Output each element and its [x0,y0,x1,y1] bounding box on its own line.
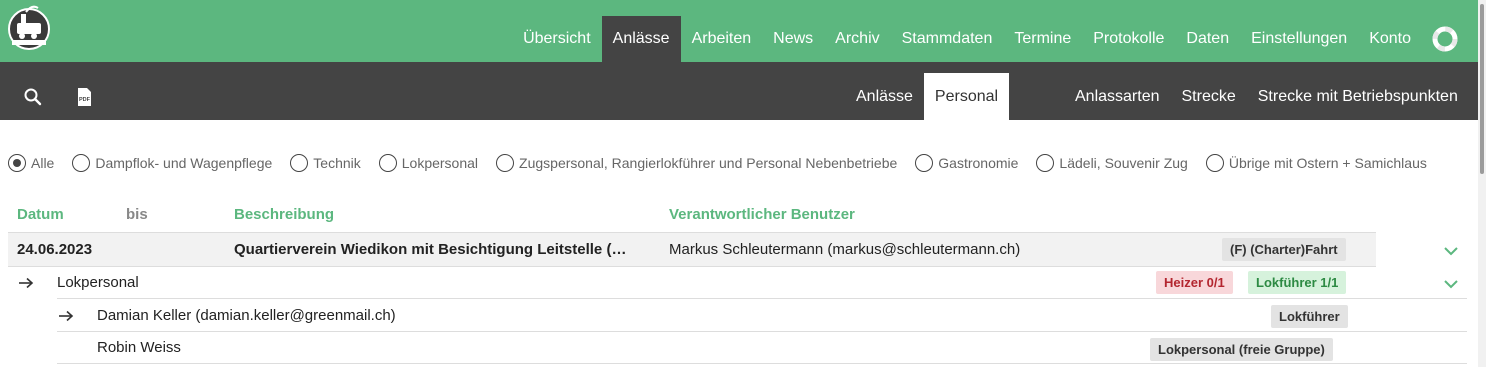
filter-technik[interactable]: Technik [290,154,361,172]
nav-uebersicht[interactable]: Übersicht [512,16,602,62]
person-role-badge: Lokführer [1271,305,1348,328]
scrollbar-thumb[interactable] [1480,4,1484,174]
lifebuoy-icon[interactable] [1432,26,1458,52]
arrow-right-icon [59,310,74,322]
steam-locomotive-logo-icon[interactable] [6,2,52,52]
role-badge-lokfuehrer: Lokführer 1/1 [1248,271,1347,294]
nav-archiv[interactable]: Archiv [824,16,890,62]
pdf-icon[interactable]: PDF [74,87,94,107]
role-badge-heizer: Heizer 0/1 [1156,271,1233,294]
radio-circle[interactable] [1205,154,1224,172]
sub-menu-right: Anlassarten Strecke Strecke mit Betriebs… [1064,73,1469,120]
subtab-anlassarten[interactable]: Anlassarten [1064,73,1171,120]
main-menu: Übersicht Anlässe Arbeiten News Archiv S… [512,16,1458,62]
nav-protokolle[interactable]: Protokolle [1082,16,1175,62]
nav-termine[interactable]: Termine [1003,16,1082,62]
top-navigation-bar: Übersicht Anlässe Arbeiten News Archiv S… [0,0,1478,62]
radio-label: Dampflok- und Wagenpflege [95,155,273,171]
subtab-personal[interactable]: Personal [923,73,1010,120]
event-type-badge: (F) (Charter)Fahrt [1222,238,1346,261]
radio-circle[interactable] [378,154,397,172]
chevron-down-icon[interactable] [1443,279,1459,289]
radio-label: Lokpersonal [401,155,479,171]
filter-laedeli-souvenir[interactable]: Lädeli, Souvenir Zug [1036,154,1188,172]
arrow-right-icon [19,277,34,289]
person-role-badge: Lokpersonal (freie Gruppe) [1150,338,1333,361]
event-responsible-user: Markus Schleutermann (markus@schleuterma… [669,241,1021,258]
filter-uebrige[interactable]: Übrige mit Ostern + Samichlaus [1205,154,1427,172]
row-divider [57,363,1467,364]
column-header-verantwortlicher[interactable]: Verantwortlicher Benutzer [669,206,855,223]
nav-einstellungen[interactable]: Einstellungen [1240,16,1358,62]
search-icon[interactable] [23,87,43,107]
radio-circle[interactable] [915,154,934,172]
column-header-beschreibung[interactable]: Beschreibung [234,206,334,223]
radio-label: Technik [313,155,361,171]
radio-circle[interactable] [72,154,91,172]
subtab-strecke-betriebspunkte[interactable]: Strecke mit Betriebspunkten [1247,73,1469,120]
nav-daten[interactable]: Daten [1175,16,1240,62]
personnel-group-filter: Alle Dampflok- und Wagenpflege Technik L… [8,154,1445,172]
nav-arbeiten[interactable]: Arbeiten [681,16,763,62]
filter-gastronomie[interactable]: Gastronomie [915,154,1018,172]
nav-stammdaten[interactable]: Stammdaten [891,16,1004,62]
person-name: Damian Keller (damian.keller@greenmail.c… [97,307,396,324]
nav-anlaesse[interactable]: Anlässe [601,16,681,62]
filter-dampflok-wagenpflege[interactable]: Dampflok- und Wagenpflege [72,154,272,172]
radio-circle[interactable] [290,154,309,172]
column-header-datum[interactable]: Datum [17,206,64,223]
subtab-strecke[interactable]: Strecke [1171,73,1247,120]
event-description: Quartierverein Wiedikon mit Besichtigung… [234,241,627,258]
filter-zugspersonal[interactable]: Zugspersonal, Rangierlokführer und Perso… [496,154,897,172]
radio-label: Lädeli, Souvenir Zug [1059,155,1188,171]
chevron-down-icon[interactable] [1443,246,1459,256]
radio-circle[interactable] [496,154,515,172]
radio-label: Alle [31,155,55,171]
nav-konto[interactable]: Konto [1358,16,1422,62]
subtab-anlaesse[interactable]: Anlässe [845,73,924,120]
person-name: Robin Weiss [97,339,181,356]
column-header-bis[interactable]: bis [126,206,148,223]
radio-label: Gastronomie [938,155,1019,171]
radio-label: Übrige mit Ostern + Samichlaus [1228,155,1427,171]
radio-circle[interactable] [8,154,26,172]
row-divider [57,331,1467,332]
sub-menu: Anlässe Personal [845,73,1010,120]
row-divider [57,298,1467,299]
sub-navigation-bar: PDF Anlässe Personal Anlassarten Strecke… [0,62,1478,120]
nav-news[interactable]: News [762,16,824,62]
svg-text:PDF: PDF [79,97,91,103]
event-date: 24.06.2023 [17,241,93,258]
filter-alle[interactable]: Alle [8,154,54,172]
group-label: Lokpersonal [57,274,139,291]
radio-circle[interactable] [1036,154,1055,172]
filter-lokpersonal[interactable]: Lokpersonal [378,154,479,172]
radio-label: Zugspersonal, Rangierlokführer und Perso… [519,155,898,171]
